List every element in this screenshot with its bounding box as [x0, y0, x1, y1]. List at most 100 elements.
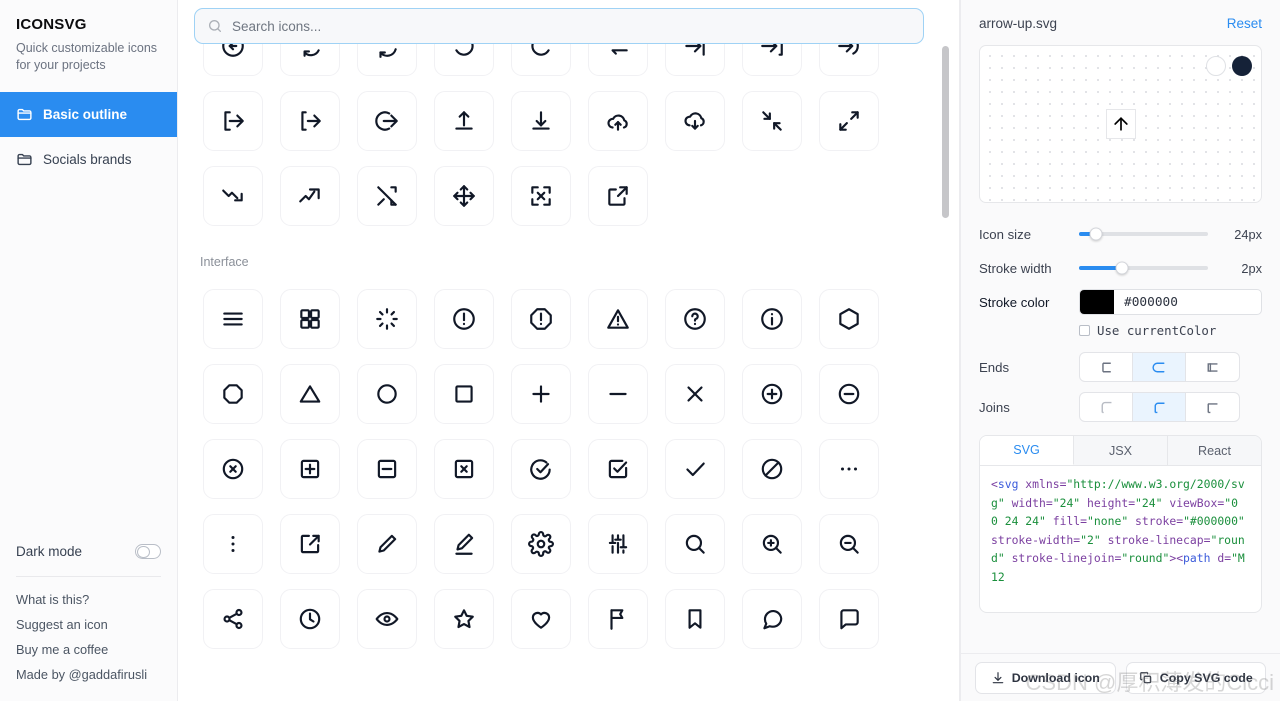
- icon-cell-clock[interactable]: [271, 581, 348, 656]
- search-bar[interactable]: [194, 8, 924, 44]
- icon-cell-plus-square[interactable]: [271, 431, 348, 506]
- reset-button[interactable]: Reset: [1227, 16, 1262, 31]
- light-swatch[interactable]: [1206, 56, 1226, 76]
- icon-cell-edit-square[interactable]: [271, 506, 348, 581]
- icon-cell-alert-octagon[interactable]: [502, 281, 579, 356]
- icon-cell-plus[interactable]: [502, 356, 579, 431]
- icon-cell-more-horizontal[interactable]: [810, 431, 887, 506]
- icon-cell-circle[interactable]: [348, 356, 425, 431]
- slider-knob[interactable]: [1089, 227, 1103, 241]
- icon-cell-trend-down[interactable]: [194, 158, 271, 233]
- ends-option-round[interactable]: [1133, 353, 1186, 381]
- joins-option-miter[interactable]: [1080, 393, 1133, 421]
- code-text[interactable]: <svg xmlns="http://www.w3.org/2000/svg" …: [980, 466, 1261, 612]
- joins-option-bevel[interactable]: [1186, 393, 1239, 421]
- use-currentcolor-row[interactable]: Use currentColor: [979, 319, 1262, 341]
- joins-option-round[interactable]: [1133, 393, 1186, 421]
- icon-cell-message-square[interactable]: [810, 581, 887, 656]
- icon-cell-arrow-into-arc[interactable]: [810, 44, 887, 83]
- icon-cell-pencil[interactable]: [348, 506, 425, 581]
- icon-cell-trend-up[interactable]: [271, 158, 348, 233]
- icon-cell-plus-circle[interactable]: [733, 356, 810, 431]
- tab-react[interactable]: React: [1168, 436, 1261, 465]
- icon-cell-minus[interactable]: [579, 356, 656, 431]
- icon-cell-check[interactable]: [656, 431, 733, 506]
- stroke-color-field[interactable]: #000000: [1079, 289, 1262, 315]
- icon-cell-check-circle[interactable]: [502, 431, 579, 506]
- dark-mode-row[interactable]: Dark mode: [0, 536, 177, 566]
- ends-option-square[interactable]: [1186, 353, 1239, 381]
- icon-cell-search[interactable]: [656, 506, 733, 581]
- icon-cell-alert-triangle[interactable]: [579, 281, 656, 356]
- icon-cell-minus-square[interactable]: [348, 431, 425, 506]
- color-swatch-chip[interactable]: [1080, 290, 1114, 314]
- link-what-is-this[interactable]: What is this?: [16, 587, 161, 612]
- icon-cell-cloud-upload[interactable]: [579, 83, 656, 158]
- stroke-width-slider[interactable]: [1079, 261, 1208, 275]
- icon-cell-expand-corners[interactable]: [502, 158, 579, 233]
- icon-cell-edit-underline[interactable]: [425, 506, 502, 581]
- icon-cell-octagon[interactable]: [194, 356, 271, 431]
- icon-cell-bookmark[interactable]: [656, 581, 733, 656]
- icon-cell-x[interactable]: [656, 356, 733, 431]
- icon-cell-message-circle[interactable]: [733, 581, 810, 656]
- scrollbar-thumb[interactable]: [942, 46, 949, 218]
- search-input[interactable]: [232, 18, 911, 34]
- icon-cell-shuffle[interactable]: [348, 158, 425, 233]
- sidebar-item-basic-outline[interactable]: Basic outline: [0, 92, 177, 137]
- link-suggest-an-icon[interactable]: Suggest an icon: [16, 612, 161, 637]
- icon-cell-heart[interactable]: [502, 581, 579, 656]
- link-buy-me-a-coffee[interactable]: Buy me a coffee: [16, 637, 161, 662]
- icon-cell-log-in-right[interactable]: [656, 44, 733, 83]
- icon-cell-info[interactable]: [733, 281, 810, 356]
- icon-grid-scroll-region[interactable]: Interface: [178, 44, 960, 701]
- icon-cell-upload[interactable]: [425, 83, 502, 158]
- icon-cell-minimize[interactable]: [733, 83, 810, 158]
- tab-svg[interactable]: SVG: [980, 436, 1074, 465]
- icon-cell-download[interactable]: [502, 83, 579, 158]
- icon-cell-settings[interactable]: [502, 506, 579, 581]
- icon-cell-menu[interactable]: [194, 281, 271, 356]
- icon-cell-arrow-right-circle[interactable]: [348, 83, 425, 158]
- icon-cell-arrow-left-circle[interactable]: [194, 44, 271, 83]
- icon-cell-eye[interactable]: [348, 581, 425, 656]
- icon-cell-log-out-alt[interactable]: [271, 83, 348, 158]
- icon-cell-grid[interactable]: [271, 281, 348, 356]
- copy-svg-code-button[interactable]: Copy SVG code: [1125, 661, 1266, 694]
- icon-cell-x-square[interactable]: [425, 431, 502, 506]
- icon-cell-share[interactable]: [194, 581, 271, 656]
- icon-cell-triangle[interactable]: [271, 356, 348, 431]
- icon-cell-alert-circle[interactable]: [425, 281, 502, 356]
- icon-cell-flag[interactable]: [579, 581, 656, 656]
- link-made-by[interactable]: Made by @gaddafirusli: [16, 662, 161, 687]
- icon-cell-maximize[interactable]: [810, 83, 887, 158]
- icon-cell-rotate-cw[interactable]: [502, 44, 579, 83]
- tab-jsx[interactable]: JSX: [1074, 436, 1168, 465]
- use-currentcolor-checkbox[interactable]: [1079, 324, 1090, 336]
- sidebar-item-socials-brands[interactable]: Socials brands: [0, 137, 177, 182]
- icon-cell-minus-circle[interactable]: [810, 356, 887, 431]
- icon-cell-loader[interactable]: [348, 281, 425, 356]
- icon-cell-repeat[interactable]: [579, 44, 656, 83]
- icon-cell-slash[interactable]: [733, 431, 810, 506]
- icon-cell-hexagon[interactable]: [810, 281, 887, 356]
- slider-knob[interactable]: [1115, 261, 1129, 275]
- icon-cell-refresh-cw-double[interactable]: [348, 44, 425, 83]
- icon-cell-zoom-in[interactable]: [733, 506, 810, 581]
- icon-cell-refresh-ccw[interactable]: [271, 44, 348, 83]
- icon-cell-help-circle[interactable]: [656, 281, 733, 356]
- download-icon-button[interactable]: Download icon: [975, 661, 1116, 694]
- icon-cell-rotate-ccw[interactable]: [425, 44, 502, 83]
- icon-cell-cloud-download[interactable]: [656, 83, 733, 158]
- icon-cell-zoom-out[interactable]: [810, 506, 887, 581]
- icon-cell-sliders[interactable]: [579, 506, 656, 581]
- icon-cell-x-circle[interactable]: [194, 431, 271, 506]
- icon-cell-log-out[interactable]: [194, 83, 271, 158]
- icon-size-slider[interactable]: [1079, 227, 1208, 241]
- icon-cell-star[interactable]: [425, 581, 502, 656]
- dark-mode-toggle[interactable]: [135, 543, 161, 559]
- vertical-scrollbar[interactable]: [942, 44, 949, 701]
- icon-cell-log-in-bracket[interactable]: [733, 44, 810, 83]
- icon-cell-more-vertical[interactable]: [194, 506, 271, 581]
- icon-cell-square[interactable]: [425, 356, 502, 431]
